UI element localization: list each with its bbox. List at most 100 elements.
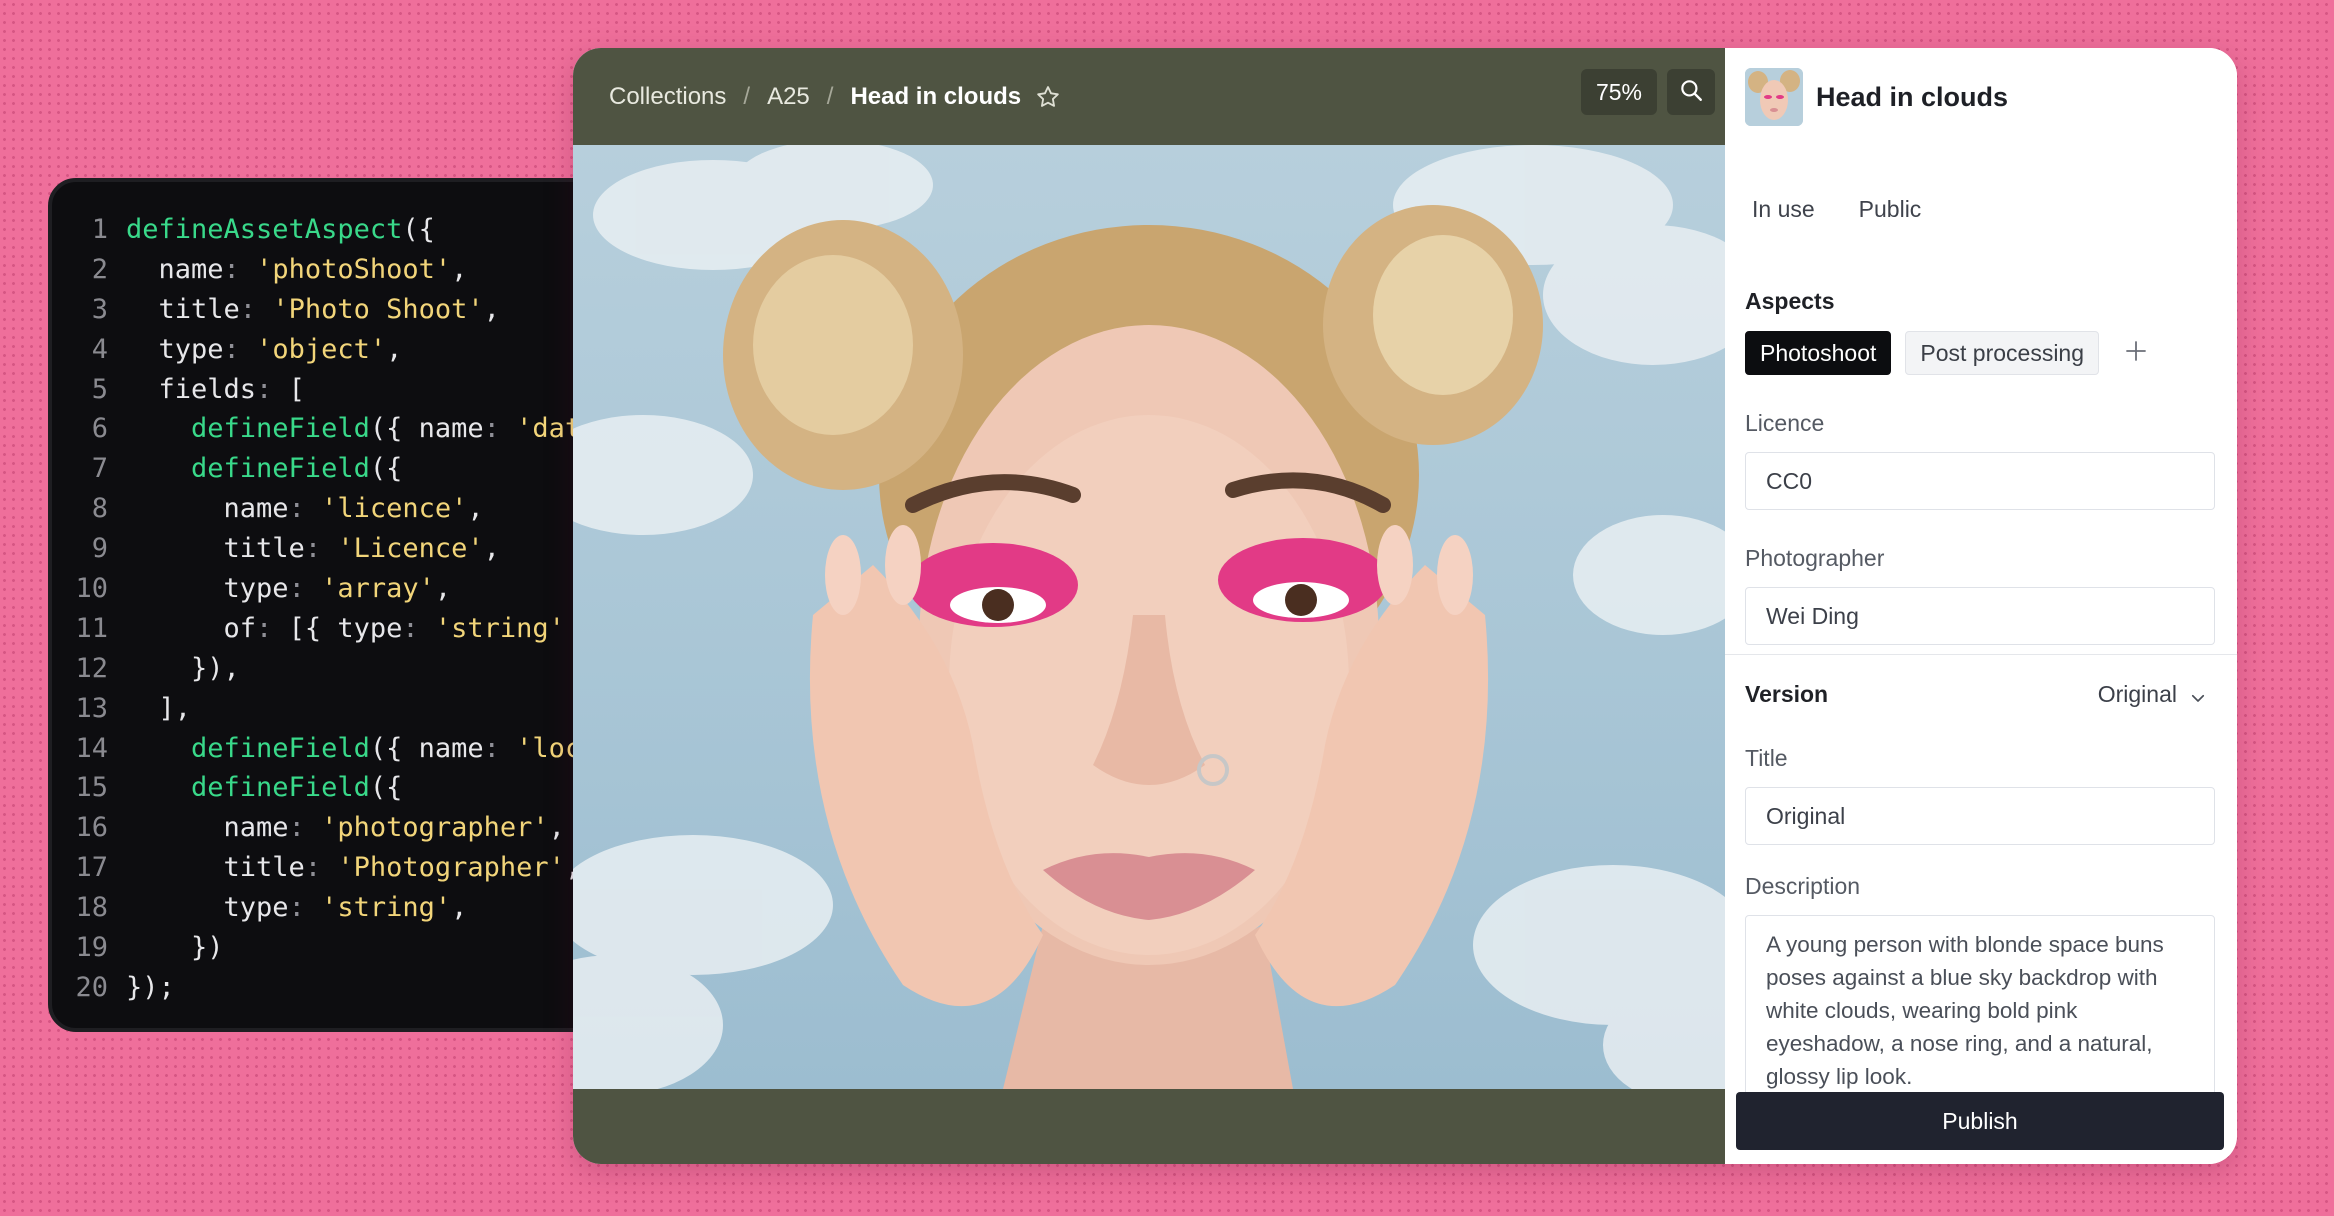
code-text: }), — [108, 649, 240, 689]
code-token: , — [434, 573, 452, 605]
breadcrumb-current: Head in clouds — [850, 82, 1022, 110]
code-token: 'Photo Shoot' — [272, 293, 484, 325]
code-text: name: 'licence', — [108, 489, 484, 529]
breadcrumb-separator: / — [826, 82, 834, 110]
aspect-tabs: Photoshoot Post processing — [1745, 331, 2151, 375]
description-field[interactable]: A young person with blonde space buns po… — [1745, 915, 2215, 1105]
code-token: 'string' — [321, 892, 452, 924]
code-token: 'licence' — [321, 493, 468, 525]
code-line: 19 }) — [52, 928, 604, 968]
code-token: of — [126, 612, 257, 644]
publish-button[interactable]: Publish — [1736, 1092, 2224, 1150]
asset-title: Head in clouds — [1816, 81, 2009, 112]
version-label: Version — [1745, 681, 1829, 707]
code-line: 18 type: 'string', — [52, 888, 604, 928]
breadcrumb-item-collections[interactable]: Collections — [609, 83, 726, 111]
code-token: name — [126, 812, 289, 844]
code-token: , — [483, 533, 500, 565]
code-token: : — [288, 892, 322, 924]
code-text: ], — [108, 689, 192, 729]
code-token: }) — [126, 932, 224, 964]
code-token: , — [451, 253, 468, 285]
code-text: fields: [ — [108, 370, 305, 410]
tab-photoshoot[interactable]: Photoshoot — [1745, 331, 1892, 375]
code-line: 5 fields: [ — [52, 370, 604, 410]
code-line: 12 }), — [52, 649, 604, 689]
add-aspect-button[interactable] — [2121, 338, 2151, 368]
star-icon[interactable] — [1035, 84, 1061, 110]
code-line: 9 title: 'Licence', — [52, 529, 604, 569]
code-text: name: 'photographer', — [108, 808, 565, 848]
code-text: defineField({ name: 'loca — [108, 729, 597, 769]
title-field[interactable]: Original — [1745, 787, 2215, 845]
code-text: defineAssetAspect({ — [108, 210, 435, 250]
breadcrumb-item-a25[interactable]: A25 — [767, 83, 810, 111]
plus-icon — [2124, 339, 2148, 368]
code-line: 10 type: 'array', — [52, 569, 604, 609]
code-text: title: 'Photo Shoot', — [108, 290, 500, 330]
code-line: 14 defineField({ name: 'loca — [52, 729, 604, 769]
licence-field[interactable]: CC0 — [1745, 452, 2215, 510]
asset-window: Collections / A25 / Head in clouds 75% H… — [573, 48, 2237, 1164]
code-token: name — [126, 493, 289, 525]
viewer-toolbar: Collections / A25 / Head in clouds 75% — [573, 48, 1725, 145]
code-token: ({ — [369, 732, 419, 764]
code-line: 6 defineField({ name: 'date — [52, 409, 604, 449]
asset-details-panel: Head in clouds In use Public Aspects Pho… — [1725, 48, 2237, 1164]
line-number: 20 — [75, 971, 108, 1003]
line-number: 13 — [75, 692, 108, 724]
usage-status: In use — [1752, 196, 1815, 222]
version-select[interactable]: Original — [2098, 681, 2207, 708]
code-line: 20}); — [52, 968, 604, 1008]
description-label: Description — [1745, 873, 1861, 899]
code-token: [{ — [288, 612, 338, 644]
breadcrumb-separator: / — [743, 82, 751, 110]
search-button[interactable] — [1667, 69, 1715, 115]
code-line: 3 title: 'Photo Shoot', — [52, 290, 604, 330]
title-label: Title — [1745, 745, 1788, 771]
line-number: 1 — [91, 214, 108, 245]
code-token: 'object' — [256, 333, 387, 365]
asset-meta: In use Public — [1752, 196, 1921, 223]
tab-post-processing[interactable]: Post processing — [1905, 331, 2100, 375]
code-line: 16 name: 'photographer', — [52, 808, 604, 848]
breadcrumb: Collections / A25 / Head in clouds — [609, 83, 1061, 111]
code-line: 7 defineField({ — [52, 449, 604, 489]
code-token: type — [126, 333, 224, 365]
code-token: : — [239, 293, 273, 325]
visibility-status: Public — [1858, 196, 1922, 222]
code-lines: 1 defineAssetAspect({2 name: 'photoShoot'… — [52, 210, 604, 1008]
code-token: defineField — [126, 732, 370, 764]
licence-label: Licence — [1745, 410, 1825, 436]
code-token: name — [126, 253, 224, 285]
asset-thumbnail — [1745, 68, 1803, 126]
code-token: type — [337, 612, 403, 644]
code-text: type: 'object', — [108, 330, 403, 370]
line-number: 8 — [91, 493, 108, 525]
asset-image[interactable] — [573, 145, 1725, 1089]
code-token: type — [126, 573, 289, 605]
line-number: 14 — [75, 732, 108, 764]
photographer-field[interactable]: Wei Ding — [1745, 587, 2215, 645]
code-line: 17 title: 'Photographer', — [52, 848, 604, 888]
aspects-heading: Aspects — [1745, 288, 1835, 314]
line-number: 4 — [91, 333, 108, 365]
code-line: 1 defineAssetAspect({ — [52, 210, 604, 250]
chevron-down-icon — [2189, 686, 2207, 704]
code-line: 15 defineField({ — [52, 768, 604, 808]
version-value: Original — [2097, 681, 2177, 707]
code-text: defineField({ — [108, 768, 402, 808]
code-token: defineField — [126, 772, 370, 804]
code-token: 'Photographer' — [337, 852, 565, 884]
line-number: 6 — [91, 413, 108, 445]
code-token: type — [126, 892, 289, 924]
line-number: 10 — [75, 573, 108, 605]
code-token: : — [288, 493, 322, 525]
zoom-level-button[interactable]: 75% — [1581, 69, 1657, 115]
code-token: : — [402, 612, 435, 644]
code-token: ({ — [369, 413, 419, 445]
code-token: : — [223, 253, 257, 285]
line-number: 9 — [91, 533, 108, 565]
code-line: 11 of: [{ type: 'string' } — [52, 609, 604, 649]
code-token: defineField — [126, 413, 370, 445]
